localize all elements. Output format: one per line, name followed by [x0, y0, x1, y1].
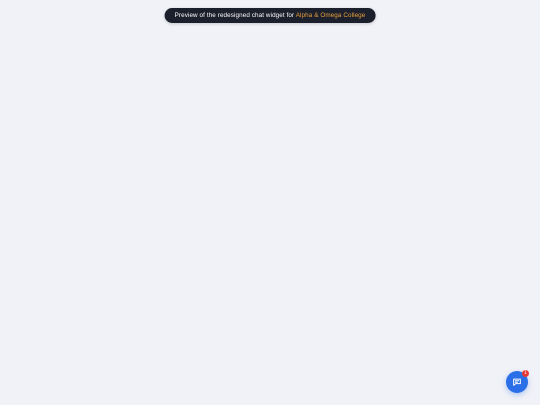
banner-text: Preview of the redesigned chat widget fo… — [174, 12, 296, 19]
chat-bubble-icon — [512, 377, 522, 387]
unread-badge: 1 — [522, 370, 529, 377]
preview-banner: Preview of the redesigned chat widget fo… — [164, 8, 376, 23]
college-name: Alpha & Omega College — [295, 12, 366, 19]
